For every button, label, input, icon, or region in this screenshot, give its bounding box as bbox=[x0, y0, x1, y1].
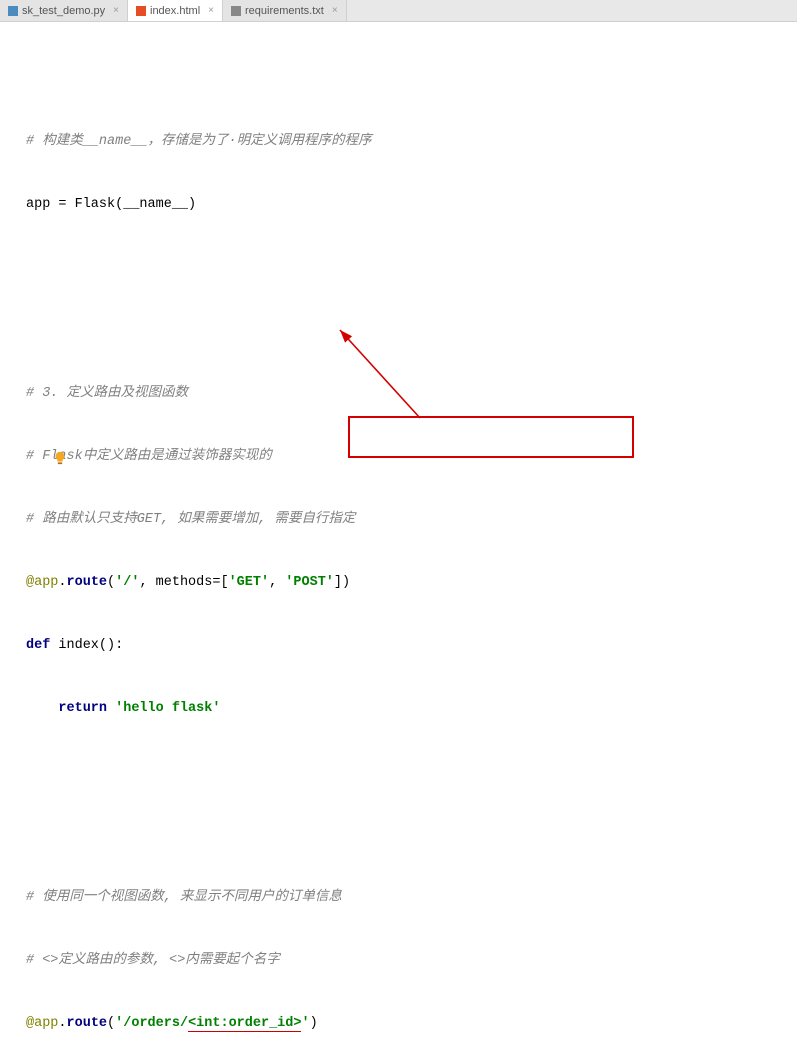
code-comment: # 构建类__name__，存储是为了·明定义调用程序的程序 bbox=[26, 134, 372, 149]
close-icon[interactable]: × bbox=[332, 5, 338, 16]
return-line: return 'hello flask' bbox=[26, 698, 797, 719]
code-editor[interactable]: # 构建类__name__，存储是为了·明定义调用程序的程序 app = Fla… bbox=[0, 22, 797, 1060]
code-comment: # 3. 定义路由及视图函数 bbox=[26, 386, 188, 401]
close-icon[interactable]: × bbox=[208, 5, 214, 16]
tab-label: index.html bbox=[150, 5, 200, 17]
text-icon bbox=[231, 6, 241, 16]
html-icon bbox=[136, 6, 146, 16]
blank-line bbox=[26, 824, 797, 845]
code-comment: # 路由默认只支持GET, 如果需要增加, 需要自行指定 bbox=[26, 512, 355, 527]
code-comment: # <>定义路由的参数, <>内需要起个名字 bbox=[26, 953, 280, 968]
blank-line bbox=[26, 257, 797, 278]
def-line: def index(): bbox=[26, 635, 797, 656]
gutter bbox=[0, 22, 22, 1060]
code-comment: # 使用同一个视图函数, 来显示不同用户的订单信息 bbox=[26, 890, 342, 905]
tab-sk-test-demo[interactable]: sk_test_demo.py × bbox=[0, 0, 128, 21]
lightbulb-icon[interactable] bbox=[4, 430, 18, 444]
tab-requirements[interactable]: requirements.txt × bbox=[223, 0, 347, 21]
close-icon[interactable]: × bbox=[113, 5, 119, 16]
tab-label: sk_test_demo.py bbox=[22, 5, 105, 17]
code-body: # 构建类__name__，存储是为了·明定义调用程序的程序 app = Fla… bbox=[0, 89, 797, 1060]
code-text: app = Flask(__name__) bbox=[26, 197, 196, 212]
tab-label: requirements.txt bbox=[245, 5, 324, 17]
python-icon bbox=[8, 6, 18, 16]
decorator-line: @app.route('/', methods=['GET', 'POST']) bbox=[26, 572, 797, 593]
blank-line bbox=[26, 320, 797, 341]
tab-bar: sk_test_demo.py × index.html × requireme… bbox=[0, 0, 797, 22]
tab-index-html[interactable]: index.html × bbox=[128, 0, 223, 21]
decorator-line: @app.route('/orders/<int:order_id>') bbox=[26, 1013, 797, 1034]
blank-line bbox=[26, 761, 797, 782]
